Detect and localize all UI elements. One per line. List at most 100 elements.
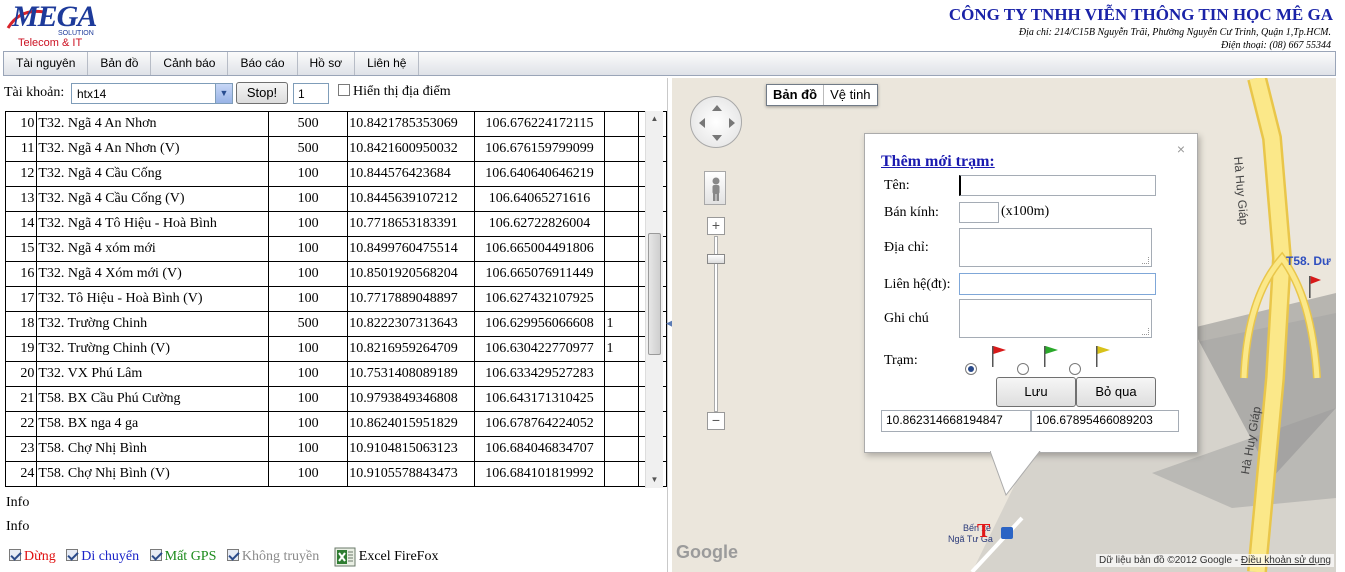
- legend-moving[interactable]: Di chuyển: [66, 549, 139, 564]
- menu-item-reports[interactable]: Báo cáo: [228, 52, 298, 75]
- row-number: 15: [5, 236, 38, 262]
- flag-green-radio[interactable]: [1017, 363, 1029, 375]
- map-type-roadmap[interactable]: Bản đồ: [767, 85, 825, 105]
- row-number: 21: [5, 386, 38, 412]
- pan-control[interactable]: [690, 96, 742, 148]
- station-longitude: 106.643171310425: [474, 386, 605, 412]
- account-select[interactable]: htx14 ▼: [71, 83, 233, 104]
- account-label: Tài khoản:: [4, 85, 65, 100]
- add-station-title: Thêm mới trạm:: [881, 153, 995, 170]
- zoom-in-button[interactable]: +: [707, 217, 725, 235]
- excel-icon[interactable]: [334, 547, 356, 567]
- map-canvas[interactable]: Bản đồ Vệ tinh + − Hà Huy Giáp Hà Huy Gi…: [672, 78, 1336, 572]
- table-row[interactable]: 23 T58. Chợ Nhị Bình 100 10.9104815063123 10…: [5, 436, 667, 462]
- pegman-icon[interactable]: [704, 171, 726, 205]
- terms-link[interactable]: Điều khoản sử dụng: [1241, 555, 1331, 566]
- station-name: T32. Trường Chinh (V): [36, 336, 269, 362]
- name-input[interactable]: [959, 175, 1156, 196]
- show-places-toggle[interactable]: Hiển thị địa điểm: [338, 84, 451, 100]
- station-longitude: 106.684101819992: [474, 461, 605, 487]
- station-name: T32. Ngã 4 Cầu Cống (V): [36, 186, 269, 212]
- legend-stop[interactable]: Dừng: [9, 549, 56, 564]
- legend-no-transmit-checkbox[interactable]: [226, 549, 239, 562]
- flag-red-radio[interactable]: [965, 363, 977, 375]
- latitude-field[interactable]: 10.862314668194847: [881, 410, 1031, 432]
- table-row[interactable]: 21 T58. BX Cầu Phú Cường 100 10.97938493468…: [5, 386, 667, 412]
- scroll-down-arrow-icon[interactable]: ▼: [646, 472, 663, 488]
- table-row[interactable]: 11 T32. Ngã 4 An Nhơn (V) 500 10.8421600950…: [5, 136, 667, 162]
- show-places-checkbox[interactable]: [338, 84, 350, 96]
- zoom-out-button[interactable]: −: [707, 412, 725, 430]
- legend-lost-gps-checkbox[interactable]: [149, 549, 162, 562]
- legend-stop-checkbox[interactable]: [9, 549, 21, 562]
- table-row[interactable]: 22 T58. BX nga 4 ga 100 10.8624015951829 106…: [5, 411, 667, 437]
- stop-button[interactable]: Stop!: [236, 82, 288, 104]
- table-row[interactable]: 24 T58. Chợ Nhị Bình (V) 100 10.91055788434…: [5, 461, 667, 487]
- legend-no-transmit[interactable]: Không truyền: [226, 549, 319, 564]
- station-flag: 1: [603, 311, 640, 337]
- station-radius: 100: [267, 286, 349, 312]
- legend-lost-gps[interactable]: Mất GPS: [149, 549, 216, 564]
- address-label: Địa chỉ:: [884, 240, 929, 255]
- station-name: T32. Tô Hiệu - Hoà Bình (V): [36, 286, 269, 312]
- station-table: 10 T32. Ngã 4 An Nhơn 500 10.8421785353069 1…: [5, 111, 667, 487]
- save-button[interactable]: Lưu: [996, 377, 1076, 407]
- table-row[interactable]: 18 T32. Trường Chinh 500 10.8222307313643 10…: [5, 311, 667, 337]
- station-radius: 100: [267, 211, 349, 237]
- google-logo[interactable]: Google: [676, 542, 738, 563]
- red-flag-icon[interactable]: [1308, 274, 1322, 298]
- table-row[interactable]: 12 T32. Ngã 4 Cầu Cống 100 10.844576423684 1…: [5, 161, 667, 187]
- menu-item-alerts[interactable]: Cảnh báo: [151, 52, 229, 75]
- station-longitude: 106.676224172115: [474, 111, 605, 137]
- menu-item-resources[interactable]: Tài nguyên: [4, 52, 89, 75]
- station-map-label[interactable]: T58. Dư: [1286, 254, 1331, 268]
- chevron-down-icon[interactable]: ▼: [215, 84, 232, 103]
- logo-tagline: Telecom & IT: [18, 37, 83, 49]
- map-type-satellite[interactable]: Vệ tinh: [824, 85, 876, 105]
- station-flag: [603, 186, 640, 212]
- cancel-button[interactable]: Bỏ qua: [1076, 377, 1156, 407]
- note-textarea[interactable]: [959, 299, 1152, 338]
- scroll-thumb[interactable]: [648, 233, 661, 355]
- table-row[interactable]: 20 T32. VX Phú Lâm 100 10.7531408089189 106.…: [5, 361, 667, 387]
- info-window-pointer: [990, 451, 1041, 497]
- table-row[interactable]: 14 T32. Ngã 4 Tô Hiệu - Hoà Bình 100 10.771…: [5, 211, 667, 237]
- interval-input[interactable]: 1: [293, 83, 329, 104]
- excel-export-link[interactable]: Excel FireFox: [359, 549, 439, 564]
- menu-item-contact[interactable]: Liên hệ: [355, 52, 420, 75]
- table-row[interactable]: 17 T32. Tô Hiệu - Hoà Bình (V) 100 10.77178…: [5, 286, 667, 312]
- longitude-field[interactable]: 106.67895466089203: [1031, 410, 1179, 432]
- company-phone: Điện thoại: (08) 667 55344: [1221, 40, 1331, 51]
- table-row[interactable]: 13 T32. Ngã 4 Cầu Cống (V) 100 10.844563910…: [5, 186, 667, 212]
- company-logo[interactable]: MEGA SOLUTION Telecom & IT: [6, 0, 116, 50]
- bus-icon: [1001, 527, 1013, 539]
- grid-scrollbar[interactable]: ▲ ▼: [645, 111, 663, 488]
- name-label: Tên:: [884, 178, 910, 193]
- station-flag: [603, 261, 640, 287]
- table-row[interactable]: 10 T32. Ngã 4 An Nhơn 500 10.8421785353069 1…: [5, 111, 667, 137]
- station-flag: [603, 211, 640, 237]
- station-longitude: 106.62722826004: [474, 211, 605, 237]
- radius-input[interactable]: [959, 202, 999, 223]
- left-panel: Tài khoản: htx14 ▼ Stop! 1 Hiển thị địa …: [0, 78, 668, 572]
- table-row[interactable]: 15 T32. Ngã 4 xóm mới 100 10.8499760475514 1…: [5, 236, 667, 262]
- show-places-label: Hiển thị địa điểm: [353, 84, 451, 99]
- legend-moving-checkbox[interactable]: [66, 549, 79, 562]
- table-row[interactable]: 16 T32. Ngã 4 Xóm mới (V) 100 10.8501920568…: [5, 261, 667, 287]
- scroll-up-arrow-icon[interactable]: ▲: [646, 111, 663, 127]
- contact-input[interactable]: [959, 273, 1156, 295]
- menu-item-profile[interactable]: Hồ sơ: [298, 52, 356, 75]
- station-marker-icon[interactable]: T: [977, 520, 990, 543]
- table-row[interactable]: 19 T32. Trường Chinh (V) 100 10.82169592647…: [5, 336, 667, 362]
- station-latitude: 10.9105578843473: [347, 461, 476, 487]
- close-icon[interactable]: ×: [1177, 141, 1185, 157]
- logo-solution-text: SOLUTION: [58, 30, 94, 37]
- station-type-label: Trạm:: [884, 353, 918, 368]
- menu-item-map[interactable]: Bản đồ: [88, 52, 152, 75]
- address-textarea[interactable]: [959, 228, 1152, 267]
- zoom-slider-knob[interactable]: [707, 254, 725, 264]
- row-number: 20: [5, 361, 38, 387]
- station-longitude: 106.627432107925: [474, 286, 605, 312]
- flag-yellow-radio[interactable]: [1069, 363, 1081, 375]
- station-flag: [603, 111, 640, 137]
